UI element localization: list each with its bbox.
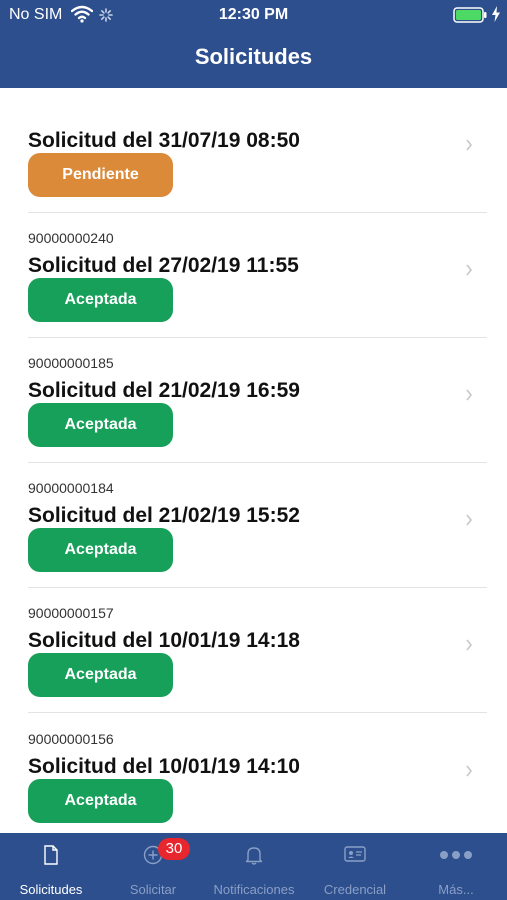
more-icon xyxy=(440,851,472,859)
tab-notificaciones[interactable]: Notificaciones xyxy=(203,833,305,900)
chevron-right-icon xyxy=(466,639,473,651)
battery-icon xyxy=(453,7,487,23)
status-time: 12:30 PM xyxy=(218,6,289,23)
request-title: Solicitud del 31/07/19 08:50 xyxy=(28,129,300,152)
chevron-right-icon xyxy=(466,514,473,526)
request-row[interactable]: 90000000157 Solicitud del 10/01/19 14:18… xyxy=(0,588,507,713)
notification-count-badge: 30 xyxy=(158,838,190,860)
chevron-right-icon xyxy=(466,389,473,401)
row-divider xyxy=(28,712,487,713)
request-title: Solicitud del 21/02/19 16:59 xyxy=(28,379,300,402)
request-title: Solicitud del 10/01/19 14:18 xyxy=(28,629,300,652)
status-badge-accepted: Aceptada xyxy=(28,779,173,823)
request-title: Solicitud del 21/02/19 15:52 xyxy=(28,504,300,527)
tab-label: Más... xyxy=(438,882,474,897)
status-badge-accepted: Aceptada xyxy=(28,528,173,572)
status-badge-accepted: Aceptada xyxy=(28,403,173,447)
tab-solicitar[interactable]: 30 Solicitar xyxy=(102,833,204,900)
status-bar: No SIM 12:30 PM xyxy=(0,0,507,32)
request-row[interactable]: 90000000156 Solicitud del 10/01/19 14:10… xyxy=(0,714,507,833)
request-id: 90000000240 xyxy=(28,230,114,246)
request-id: 90000000185 xyxy=(28,355,114,371)
status-badge-accepted: Aceptada xyxy=(28,653,173,697)
status-badge-accepted: Aceptada xyxy=(28,278,173,322)
request-id: 90000000184 xyxy=(28,480,114,496)
request-id: 90000000156 xyxy=(28,731,114,747)
chevron-right-icon xyxy=(466,264,473,276)
tab-solicitudes[interactable]: Solicitudes xyxy=(0,833,102,900)
page-title: Solicitudes xyxy=(194,44,313,69)
request-title: Solicitud del 27/02/19 11:55 xyxy=(28,254,299,277)
tab-label: Solicitudes xyxy=(19,882,83,897)
request-title: Solicitud del 10/01/19 14:10 xyxy=(28,755,300,778)
document-icon xyxy=(44,845,58,865)
charging-bolt-icon xyxy=(492,6,500,22)
tab-label: Solicitar xyxy=(129,882,177,897)
bell-icon xyxy=(245,847,263,865)
request-row[interactable]: 90000000185 Solicitud del 21/02/19 16:59… xyxy=(0,338,507,463)
id-card-icon xyxy=(344,846,366,862)
tab-label: Credencial xyxy=(323,882,387,897)
status-badge-pending: Pendiente xyxy=(28,153,173,197)
chevron-right-icon xyxy=(466,765,473,777)
request-row[interactable]: 90000000240 Solicitud del 27/02/19 11:55… xyxy=(0,213,507,338)
tab-mas[interactable]: Más... xyxy=(405,833,507,900)
tab-bar: Solicitudes 30 Solicitar Notificaciones … xyxy=(0,833,507,900)
request-id: 90000000157 xyxy=(28,605,114,621)
tab-credencial[interactable]: Credencial xyxy=(304,833,406,900)
request-row[interactable]: 90000000184 Solicitud del 21/02/19 15:52… xyxy=(0,463,507,588)
chevron-right-icon xyxy=(466,139,473,151)
requests-list: Solicitud del 31/07/19 08:50 Pendiente 9… xyxy=(0,88,507,833)
tab-label: Notificaciones xyxy=(213,882,295,897)
request-row[interactable]: Solicitud del 31/07/19 08:50 Pendiente xyxy=(0,88,507,213)
app-header: No SIM 12:30 PM Solicitudes xyxy=(0,0,507,88)
